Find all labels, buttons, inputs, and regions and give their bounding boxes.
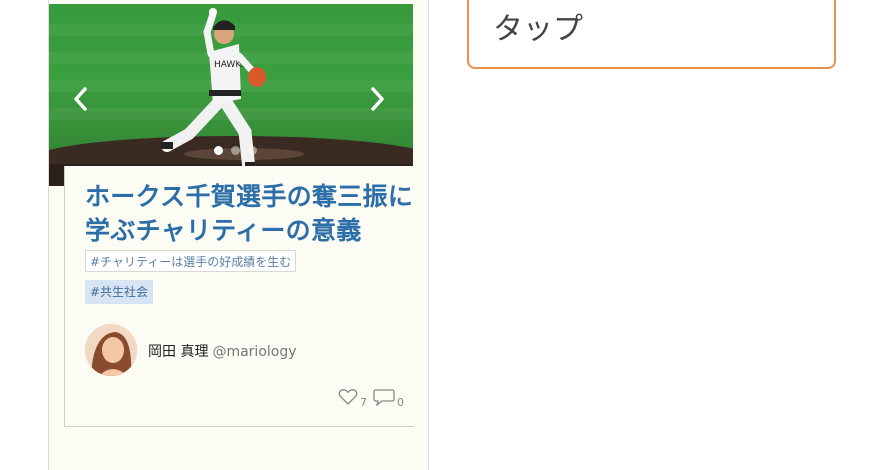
author-handle: @mariology	[212, 344, 297, 360]
image-carousel[interactable]: HAWKS	[49, 4, 413, 186]
carousel-prev-icon[interactable]	[69, 84, 93, 114]
tap-label: タップ	[493, 12, 583, 47]
tag-kyosei[interactable]: #共生社会	[85, 280, 154, 304]
carousel-dot[interactable]	[248, 146, 257, 155]
heart-icon	[338, 388, 358, 409]
article-title[interactable]: ホークス千賀選手の奪三振に学ぶチャリティーの意義	[85, 180, 415, 248]
article-content: ホークス千賀選手の奪三振に学ぶチャリティーの意義 #チャリティーは選手の好成績を…	[64, 166, 414, 427]
carousel-dot[interactable]	[231, 146, 240, 155]
comment-button[interactable]: 0	[373, 388, 404, 409]
tap-button[interactable]: タップ	[467, 0, 836, 69]
carousel-dots	[214, 146, 257, 155]
carousel-next-icon[interactable]	[365, 84, 389, 114]
author-info[interactable]: 岡田 真理 @mariology	[148, 341, 297, 361]
article-stats: 7 0	[338, 388, 404, 409]
carousel-dot[interactable]	[214, 146, 223, 155]
tag-charity[interactable]: #チャリティーは選手の好成績を生む	[85, 250, 297, 272]
author-name: 岡田 真理	[148, 344, 209, 360]
comment-count: 0	[397, 396, 404, 409]
comment-icon	[373, 388, 395, 409]
like-button[interactable]: 7	[338, 388, 367, 409]
pitcher-photo: HAWKS	[161, 8, 304, 176]
carousel-image: HAWKS	[49, 4, 413, 186]
avatar[interactable]	[85, 324, 137, 376]
like-count: 7	[360, 396, 367, 409]
